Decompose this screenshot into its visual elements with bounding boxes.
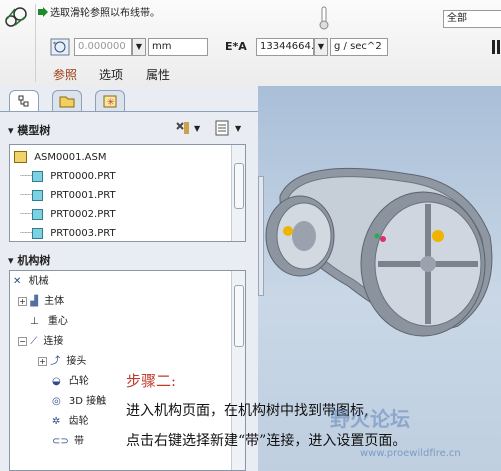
- diameter-dropdown-button[interactable]: ▼: [132, 38, 146, 56]
- tree-item-connections[interactable]: − ⟋ 连接: [18, 333, 63, 351]
- list-item[interactable]: ASM0001.ASM: [14, 149, 106, 167]
- svg-text:*: *: [53, 41, 56, 48]
- model-tree-list: ASM0001.ASM ┈┈ PRT0000.PRT ┈┈ PRT0001.PR…: [9, 144, 246, 242]
- tree-item-3d-contacts[interactable]: ◎ 3D 接触: [52, 393, 106, 411]
- list-item[interactable]: ┈┈ PRT0003.PRT: [20, 225, 116, 241]
- cam-icon: ◒: [52, 376, 61, 387]
- connection-icon: ⟋: [30, 336, 38, 347]
- body-icon: ▟: [30, 296, 38, 307]
- collapse-icon: ▾: [8, 254, 18, 267]
- part-icon: [32, 208, 44, 220]
- show-menu-icon[interactable]: ▼: [214, 120, 246, 136]
- prompt-text: 选取滑轮参照以布线带。: [50, 8, 160, 19]
- diameter-icon: *: [50, 38, 70, 56]
- tab-favorites[interactable]: ✳: [95, 90, 125, 112]
- watermark-logo: 野火论坛: [330, 407, 410, 431]
- tab-folder-browser[interactable]: [52, 90, 82, 112]
- model-tree-header[interactable]: ▾ 模型树: [8, 122, 50, 138]
- tree-item-bodies[interactable]: + ▟ 主体: [18, 293, 64, 311]
- tab-properties[interactable]: 属性: [146, 66, 170, 83]
- prompt-arrow-icon: [38, 7, 48, 17]
- list-item[interactable]: ┈┈ PRT0001.PRT: [20, 187, 116, 205]
- belt-icon: ⊂⊃: [52, 436, 69, 447]
- step-title: 步骤二:: [126, 372, 177, 390]
- panel-splitter[interactable]: [258, 176, 264, 296]
- mechanism-tree-header[interactable]: ▾ 机构树: [8, 252, 50, 268]
- tab-model-tree[interactable]: [9, 90, 39, 112]
- belt-tool-icon[interactable]: [4, 6, 28, 30]
- step-line-2: 点击右键选择新建“带”连接，进入设置页面。: [126, 433, 407, 449]
- svg-text:✳: ✳: [107, 98, 115, 108]
- list-item[interactable]: ┈┈ PRT0002.PRT: [20, 206, 116, 224]
- part-icon: [32, 170, 44, 182]
- filter-select[interactable]: 全部: [443, 10, 501, 28]
- filter-select-value: 全部: [447, 13, 467, 24]
- tree-item-cams[interactable]: ◒ 凸轮: [52, 373, 89, 391]
- part-icon: [32, 189, 44, 201]
- tree-root[interactable]: ✕ 机械: [13, 273, 49, 291]
- tab-options[interactable]: 选项: [99, 66, 123, 83]
- gear-icon: ✲: [52, 416, 61, 427]
- expand-icon[interactable]: +: [38, 356, 47, 366]
- tab-references[interactable]: 参照: [53, 66, 77, 83]
- svg-text:▼: ▼: [235, 124, 242, 133]
- expand-icon[interactable]: +: [18, 296, 27, 306]
- dashboard-separator: [35, 4, 36, 82]
- ea-label: E*A: [225, 40, 247, 53]
- scrollbar-thumb[interactable]: [234, 285, 244, 347]
- belt-dashboard: 选取滑轮参照以布线带。 * 0.000000 ▼ mm E*A 13344664…: [0, 0, 501, 87]
- model-tree-scrollbar[interactable]: [231, 145, 245, 241]
- contact-icon: ◎: [52, 396, 61, 407]
- ea-unit-field[interactable]: g / sec^2: [330, 38, 388, 56]
- tree-item-gears[interactable]: ✲ 齿轮: [52, 413, 89, 431]
- diameter-field[interactable]: 0.000000: [74, 38, 132, 56]
- svg-text:▼: ▼: [194, 124, 201, 133]
- watermark-url: www.proewildfire.cn: [360, 448, 461, 459]
- ea-dropdown-button[interactable]: ▼: [314, 38, 328, 56]
- assembly-icon: [14, 151, 27, 163]
- navigator-tab-strip-line: [0, 111, 258, 112]
- ea-value-field[interactable]: 13344664.: [256, 38, 314, 56]
- settings-icon[interactable]: ▼: [174, 120, 204, 136]
- tree-item-belts[interactable]: ⊂⊃ 带: [52, 433, 84, 451]
- collapse-icon: ▾: [8, 124, 18, 137]
- mechanism-icon: ✕: [13, 276, 22, 287]
- gravity-icon: ⊥: [30, 316, 39, 327]
- pause-icon[interactable]: [492, 40, 501, 54]
- joint-icon: ⤴: [50, 356, 61, 367]
- tree-item-gravity[interactable]: ⊥ 重心: [30, 313, 68, 331]
- diameter-unit-field[interactable]: mm: [148, 38, 208, 56]
- list-item[interactable]: ┈┈ PRT0000.PRT: [20, 168, 116, 186]
- part-icon: [32, 227, 44, 239]
- tree-item-joints[interactable]: + ⤴ 接头: [38, 353, 86, 371]
- collapse-icon[interactable]: −: [18, 336, 27, 346]
- scrollbar-thumb[interactable]: [234, 163, 244, 209]
- thermometer-icon: [318, 6, 330, 30]
